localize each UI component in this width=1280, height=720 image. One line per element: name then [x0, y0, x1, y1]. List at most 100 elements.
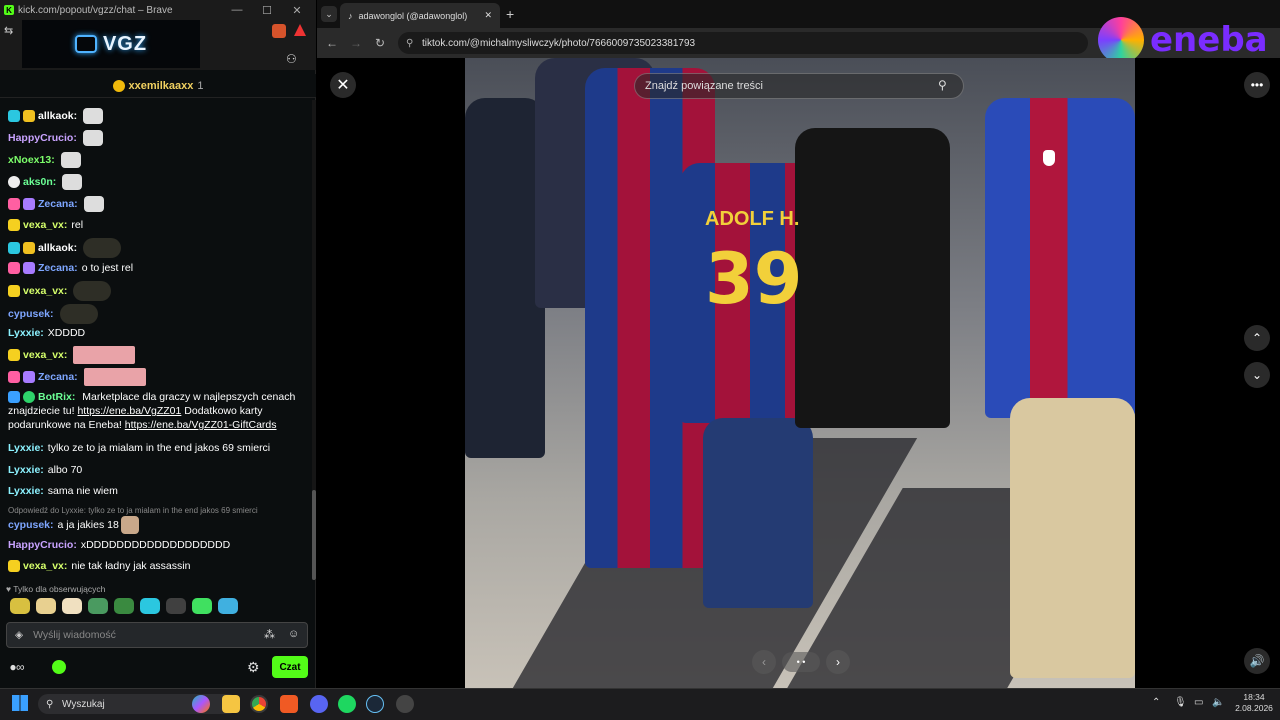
points-icon[interactable]: ⦁∞ [10, 660, 25, 675]
emote-icon[interactable] [88, 598, 108, 614]
emote-picker-icon[interactable]: ⁂ [264, 628, 275, 641]
chat-message: Lyxxie: sama nie wiem [8, 484, 304, 498]
obs-icon[interactable] [396, 695, 414, 713]
smiley-icon[interactable]: ☺ [288, 628, 299, 640]
photo-indicator: • • [782, 652, 820, 672]
related-search-input[interactable]: Znajdź powiązane treści [634, 73, 964, 99]
forward-arrow-icon[interactable]: → [346, 33, 366, 53]
maximize-icon[interactable]: ☐ [252, 0, 282, 20]
chat-message: HappyCrucio: xDDDDDDDDDDDDDDDDDDD [8, 538, 304, 552]
chat-username[interactable]: cypusek: [8, 518, 54, 532]
close-viewer-button[interactable]: ✕ [330, 72, 356, 98]
speaker-icon[interactable]: 🔈 [1212, 697, 1224, 708]
previous-post-button[interactable]: ⌃ [1244, 325, 1270, 351]
tab-list-icon[interactable]: ⌄ [321, 6, 337, 22]
chat-username[interactable]: Lyxxie: [8, 441, 44, 455]
settings-gear-icon[interactable]: ⚙ [247, 659, 260, 676]
brave-icon[interactable] [280, 695, 298, 713]
chat-message: vexa_vx: nie tak ładny jak assassin [8, 559, 304, 573]
file-explorer-icon[interactable] [222, 695, 240, 713]
tab-title: adawonglol (@adawonglol) [358, 10, 468, 21]
chat-link[interactable]: https://ene.ba/VgZZ01 [77, 405, 181, 417]
emote-icon[interactable] [166, 598, 186, 614]
chat-message: allkaok: [8, 108, 304, 124]
emote-icon[interactable] [114, 598, 134, 614]
chat-username[interactable]: cypusek: [8, 307, 54, 321]
bot-badge-icon [8, 391, 20, 404]
back-arrow-icon[interactable]: ← [322, 33, 342, 53]
chat-username[interactable]: xNoex13: [8, 153, 55, 167]
chat-username[interactable]: aks0n: [23, 175, 56, 189]
next-photo-button[interactable]: › [826, 650, 850, 674]
chat-username[interactable]: allkaok: [38, 109, 77, 123]
jersey-number: 39 [705, 238, 803, 320]
emote-icon [73, 281, 112, 301]
search-icon[interactable]: ⚲ [938, 78, 956, 94]
heart-icon: ♥ [6, 584, 12, 594]
chat-username[interactable]: Lyxxie: [8, 463, 44, 477]
chat-message: xNoex13: [8, 152, 304, 168]
chat-message-input[interactable]: ◈ Wyślij wiadomość [6, 622, 308, 648]
close-tab-icon[interactable]: ✕ [484, 10, 492, 21]
more-options-button[interactable]: ••• [1244, 72, 1270, 98]
chat-username[interactable]: BotRix: [38, 391, 75, 403]
microphone-icon[interactable]: 🎙 [1174, 697, 1187, 708]
chat-message: cypusek: [8, 304, 304, 324]
minimize-icon[interactable]: — [222, 0, 252, 20]
taskbar-clock[interactable]: 18:34 2.08.2026 [1232, 692, 1276, 714]
copilot-icon[interactable] [192, 695, 210, 713]
chat-username[interactable]: vexa_vx: [23, 559, 67, 573]
user-settings-icon[interactable]: ⚇ [286, 52, 297, 66]
chat-message: vexa_vx: [8, 346, 304, 364]
emote-icon[interactable] [36, 598, 56, 614]
jersey-print: ADOLF H. [705, 208, 800, 230]
pinned-gifter[interactable]: xxemilkaaxx 1 [0, 74, 316, 98]
start-icon[interactable] [12, 695, 28, 711]
new-tab-icon[interactable]: + [506, 6, 514, 22]
chrome-icon[interactable] [250, 695, 268, 713]
spotify-icon[interactable] [338, 695, 356, 713]
emote-icon[interactable] [192, 598, 212, 614]
chat-message: vexa_vx: rel [8, 218, 304, 232]
sidebar-toggle-icon[interactable]: ⇆ [4, 24, 13, 37]
tab-tiktok[interactable]: ♪ adawonglol (@adawonglol) ✕ [340, 3, 500, 28]
emote-icon [120, 516, 139, 534]
chat-username[interactable]: Zecana: [38, 197, 78, 211]
reload-icon[interactable]: ↻ [370, 33, 390, 53]
chat-username[interactable]: vexa_vx: [23, 218, 67, 232]
chat-text: a ja jakies 18 [57, 519, 119, 531]
followers-only-text: Tylko dla obserwujących [13, 584, 106, 594]
steam-icon[interactable] [366, 695, 384, 713]
close-window-icon[interactable]: ✕ [282, 0, 312, 20]
chat-username[interactable]: HappyCrucio: [8, 538, 77, 552]
network-icon[interactable]: ▭ [1194, 697, 1203, 708]
chat-username[interactable]: vexa_vx: [23, 284, 67, 298]
tray-chevron-icon[interactable]: ⌃ [1152, 697, 1160, 708]
emote-icon[interactable] [62, 598, 82, 614]
emote-icon[interactable] [140, 598, 160, 614]
chat-username[interactable]: Lyxxie: [8, 326, 44, 340]
previous-photo-button[interactable]: ‹ [752, 650, 776, 674]
volume-button[interactable]: 🔊 [1244, 648, 1270, 674]
emote-icon[interactable] [10, 598, 30, 614]
kick-logo-icon[interactable] [52, 660, 66, 674]
brave-rewards-icon[interactable] [294, 24, 306, 36]
channel-logo: VGZ [102, 32, 148, 55]
emote-icon[interactable] [218, 598, 238, 614]
chat-username[interactable]: HappyCrucio: [8, 131, 77, 145]
chat-username[interactable]: Zecana: [38, 261, 78, 275]
next-post-button[interactable]: ⌄ [1244, 362, 1270, 388]
discord-icon[interactable] [310, 695, 328, 713]
chat-username[interactable]: allkaok: [38, 241, 77, 255]
site-info-icon[interactable]: ⚲ [406, 38, 413, 49]
chat-username[interactable]: Lyxxie: [8, 484, 44, 498]
chat-scrollbar-thumb[interactable] [312, 490, 316, 580]
url-bar[interactable]: ⚲ tiktok.com/@michalmysliwczyk/photo/766… [398, 32, 1088, 54]
chat-username[interactable]: vexa_vx: [23, 348, 67, 362]
chat-username[interactable]: Zecana: [38, 370, 78, 384]
brave-shield-icon[interactable] [272, 24, 286, 38]
bot-message: BotRix: Marketplace dla graczy w najleps… [8, 390, 304, 432]
chat-send-button[interactable]: Czat [272, 656, 308, 678]
chat-text: nie tak ładny jak assassin [71, 560, 191, 572]
chat-link[interactable]: https://ene.ba/VgZZ01-GiftCards [125, 419, 277, 431]
